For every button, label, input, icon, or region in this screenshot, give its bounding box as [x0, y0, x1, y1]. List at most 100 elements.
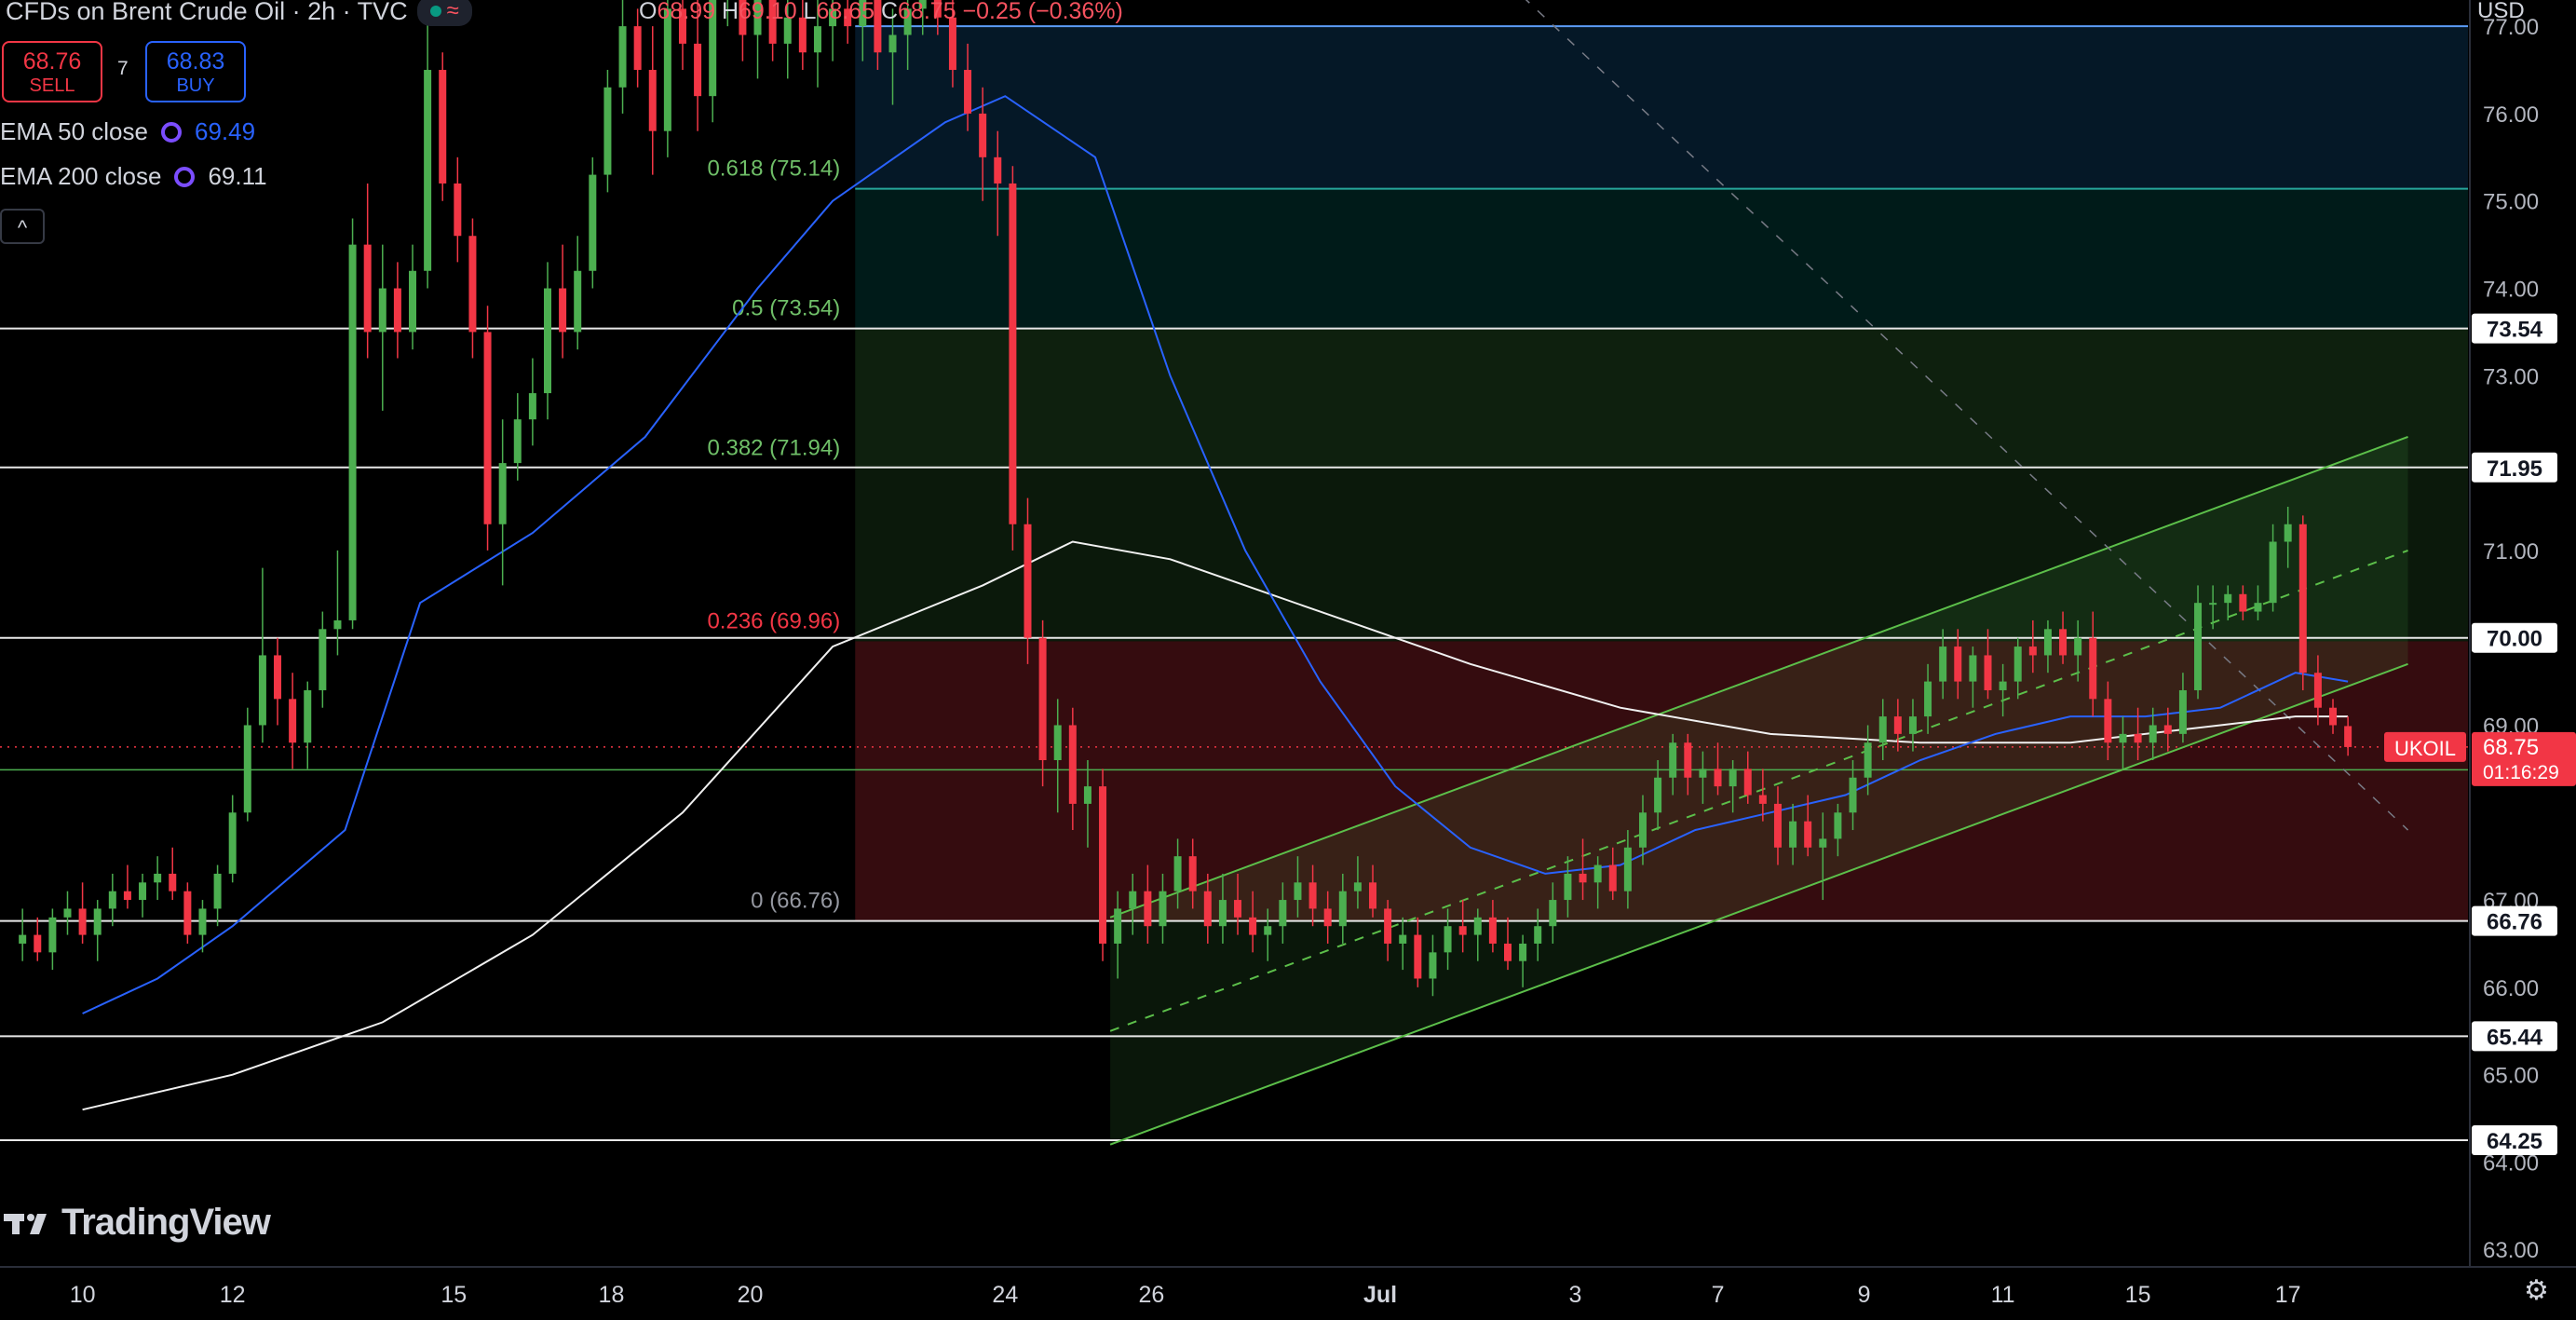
loading-icon — [174, 166, 196, 187]
collapse-indicators-button[interactable]: ^ — [0, 209, 45, 244]
candle — [543, 262, 551, 420]
x-tick-label: 15 — [2125, 1282, 2151, 1308]
candle-body — [1414, 934, 1422, 979]
candle-body — [198, 908, 207, 935]
x-tick-label: 24 — [992, 1282, 1018, 1308]
market-status-pill[interactable]: ≈ — [416, 0, 472, 26]
candle-body — [2149, 725, 2157, 743]
candle — [618, 0, 627, 114]
candle-body — [543, 288, 551, 394]
candle-body — [1984, 655, 1992, 690]
candle-body — [213, 873, 222, 909]
candle-body — [348, 244, 357, 620]
candle-body — [1534, 926, 1542, 944]
candle-body — [2344, 726, 2352, 747]
candle-body — [2269, 541, 2277, 604]
chevron-up-icon: ^ — [17, 216, 28, 239]
x-tick-label: 10 — [70, 1282, 96, 1308]
candle — [363, 183, 372, 359]
candle-body — [813, 26, 821, 53]
candle-body — [1969, 655, 1977, 682]
indicator-ema50[interactable]: EMA 50 close 69.49 — [0, 117, 255, 146]
price-label: 66.76 — [2487, 910, 2542, 935]
spread-value: 7 — [117, 58, 129, 79]
y-tick-label: 65.00 — [2483, 1064, 2539, 1089]
candle-body — [1564, 873, 1572, 901]
candle-body — [1173, 856, 1182, 891]
candle — [93, 900, 102, 961]
candle-body — [994, 156, 1002, 184]
candle-body — [454, 183, 462, 237]
x-tick-label: 3 — [1569, 1282, 1582, 1308]
y-tick-label: 71.00 — [2483, 539, 2539, 565]
price-label: 71.95 — [2487, 456, 2542, 482]
candle-body — [439, 70, 447, 184]
candle-body — [1024, 524, 1032, 638]
symbol-header[interactable]: CFDs on Brent Crude Oil · 2h · TVC ≈ — [6, 0, 472, 26]
candle — [528, 358, 536, 446]
candle-body — [1924, 681, 1932, 717]
chart-area[interactable]: 0.618 (75.14) 0.5 (73.54) 0.382 (71.94) 0.2… — [0, 0, 2576, 1315]
candle — [34, 917, 42, 961]
candle-body — [1099, 786, 1107, 944]
price-label: 70.00 — [2487, 627, 2542, 652]
candle-body — [1429, 952, 1437, 979]
chart-svg[interactable]: 0.618 (75.14)0.5 (73.54)0.382 (71.94)0.2… — [0, 0, 2576, 1315]
indicator-label: EMA 50 close — [0, 117, 148, 145]
candle-body — [1549, 900, 1557, 927]
candle-body — [1458, 926, 1467, 935]
candle-body — [603, 87, 612, 175]
x-tick-label: 7 — [1712, 1282, 1725, 1308]
candle-body — [2089, 637, 2097, 700]
candle-body — [2239, 593, 2247, 612]
close-label: C — [880, 0, 899, 24]
fib-label: 0.618 (75.14) — [707, 156, 840, 182]
x-tick-label: 11 — [1991, 1282, 2015, 1308]
candle-body — [1939, 646, 1947, 682]
y-tick-label: 74.00 — [2483, 278, 2539, 303]
candle — [139, 873, 147, 918]
candle-body — [1819, 838, 1827, 848]
candle — [274, 637, 282, 726]
y-tick-label: 73.00 — [2483, 364, 2539, 389]
fib-label: 0.236 (69.96) — [707, 608, 840, 633]
high-label: H — [721, 0, 739, 24]
candle-body — [2298, 524, 2307, 674]
indicator-ema200[interactable]: EMA 200 close 69.11 — [0, 162, 267, 191]
candle-body — [2074, 637, 2082, 656]
candle — [409, 244, 417, 350]
gear-icon[interactable]: ⚙ — [2524, 1274, 2549, 1307]
candle-body — [1249, 917, 1257, 935]
candle-body — [274, 655, 282, 700]
sell-button[interactable]: 68.76 SELL — [2, 41, 102, 102]
candle-body — [63, 908, 72, 918]
candle-body — [1864, 742, 1872, 778]
x-tick-label: 20 — [738, 1282, 764, 1308]
candle — [169, 847, 177, 901]
x-tick-label: 26 — [1138, 1282, 1164, 1308]
candle-body — [228, 812, 237, 874]
symbol-title[interactable]: CFDs on Brent Crude Oil · 2h · TVC — [6, 0, 408, 26]
candle-body — [559, 288, 567, 333]
candle-body — [183, 891, 192, 935]
candle-body — [289, 699, 297, 743]
market-open-icon — [429, 6, 441, 17]
candle-body — [2059, 629, 2068, 656]
candle-body — [1729, 769, 1737, 787]
candle-body — [2209, 603, 2217, 606]
tradingview-logo[interactable]: TradingView — [4, 1202, 271, 1244]
candle-body — [1834, 812, 1842, 839]
candle — [78, 882, 87, 944]
candle-body — [1654, 777, 1662, 813]
candle-body — [378, 288, 386, 333]
candle — [589, 156, 597, 289]
sell-price: 68.76 — [22, 48, 82, 75]
candle — [243, 707, 251, 822]
candle-body — [1804, 821, 1812, 848]
candle-body — [1954, 646, 1962, 682]
currency-label[interactable]: USD — [2477, 0, 2525, 24]
buy-button[interactable]: 68.83 BUY — [145, 41, 246, 102]
candle-body — [663, 8, 671, 131]
candle — [183, 882, 192, 944]
candle-body — [1999, 681, 2007, 690]
